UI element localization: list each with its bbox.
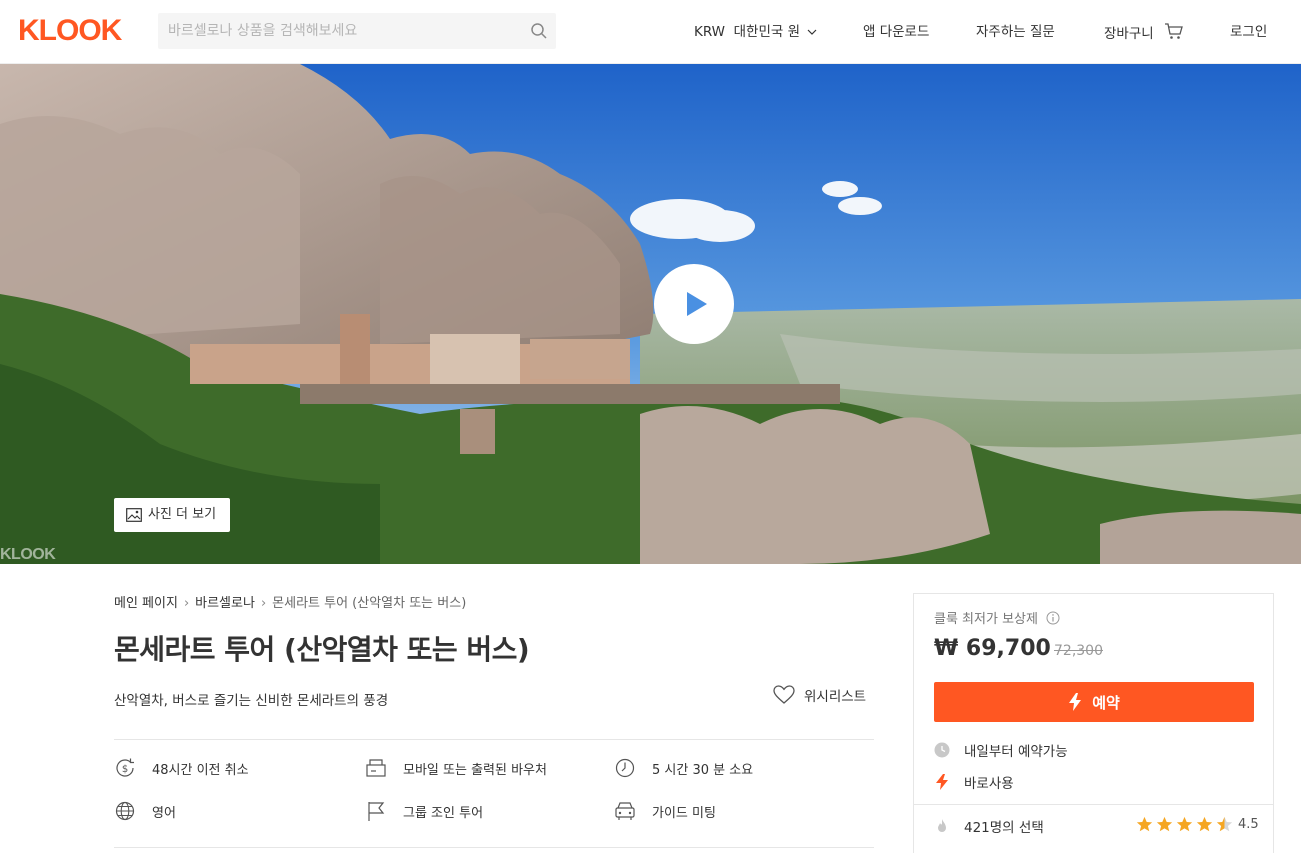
feature-label: 모바일 또는 출력된 바우처 [403,762,547,778]
feature-cancellation: $ 48시간 이전 취소 [114,757,249,779]
feature-tour-type: 그룹 조인 투어 [365,800,483,822]
feature-meeting: 가이드 미팅 [614,800,716,822]
breadcrumb-city[interactable]: 바르셀로나 [195,596,255,611]
fire-icon [938,819,946,832]
lightning-icon [1069,693,1082,711]
more-photos-label: 사진 더 보기 [148,507,217,522]
play-video-button[interactable] [654,264,734,344]
half-star-icon [1216,816,1233,832]
feature-language: 영어 [114,800,176,822]
heart-icon [773,685,795,704]
instant-label: 바로사용 [964,776,1014,792]
breadcrumb-home[interactable]: 메인 페이지 [114,596,178,611]
globe-icon [115,801,135,821]
divider [114,739,874,740]
rating: 4.5 [1136,816,1259,833]
chevron-down-icon [807,29,817,35]
cart-label: 장바구니 [1104,26,1154,42]
star-icon [1136,816,1153,832]
hero-gallery[interactable]: 사진 더 보기 KLOOK [0,64,1301,564]
klook-watermark: KLOOK [0,546,56,563]
play-icon [687,292,707,316]
feature-label: 48시간 이전 취소 [152,762,249,778]
flag-icon [368,802,385,821]
info-icon[interactable] [1046,611,1060,625]
image-icon [126,508,142,522]
availability-row: 내일부터 예약가능 [934,740,1068,760]
feature-voucher: 모바일 또는 출력된 바우처 [365,757,547,779]
wishlist-label: 위시리스트 [804,689,867,705]
app-download-link[interactable]: 앱 다운로드 [863,22,929,42]
search-icon[interactable] [530,22,548,40]
dollar-refund-icon: $ [116,758,134,777]
svg-text:$: $ [122,764,128,775]
product-subtitle: 산악열차, 버스로 즐기는 신비한 몬세라트의 풍경 [114,693,389,709]
booking-card: 클룩 최저가 보상제 ₩ 69,700 72,300 예약 내일부터 예약가능 … [913,593,1274,853]
current-price: ₩ 69,700 [934,636,1051,661]
feature-label: 5 시간 30 분 소요 [652,762,754,778]
wishlist-button[interactable]: 위시리스트 [773,685,866,705]
feature-label: 그룹 조인 투어 [403,805,484,821]
guarantee-label: 클룩 최저가 보상제 [934,612,1038,627]
clock-icon [934,742,950,758]
book-button-label: 예약 [1092,693,1120,712]
more-photos-button[interactable]: 사진 더 보기 [114,498,231,532]
hero-image [0,64,1301,564]
top-header: KLOOK KRW 대한민국 원 앱 다운로드 자주하는 질문 장바구니 로그인 [0,0,1301,64]
search-bar[interactable] [158,13,556,49]
star-icon [1156,816,1173,832]
availability-label: 내일부터 예약가능 [964,744,1068,760]
clock-icon [615,758,635,778]
page-title: 몬세라트 투어 (산악열차 또는 버스) [114,633,530,666]
search-input[interactable] [168,13,518,49]
currency-selector[interactable]: KRW 대한민국 원 [694,22,817,42]
klook-logo[interactable]: KLOOK [18,14,122,48]
currency-code: KRW [694,24,726,40]
instant-confirmation-row: 바로사용 [934,772,1014,792]
star-icon [1176,816,1193,832]
original-price: 72,300 [1054,643,1103,659]
currency-name: 대한민국 원 [733,24,801,40]
popularity-row: 421명의 선택 [934,816,1044,836]
voucher-icon [366,759,386,777]
vehicle-icon [615,802,635,820]
cart-icon [1164,23,1183,39]
booked-count: 421명의 선택 [964,820,1044,836]
price-guarantee: 클룩 최저가 보상제 [934,608,1060,627]
login-link[interactable]: 로그인 [1230,22,1267,42]
faq-link[interactable]: 자주하는 질문 [976,22,1055,42]
divider [114,847,874,848]
feature-label: 가이드 미팅 [652,805,716,821]
feature-duration: 5 시간 30 분 소요 [614,757,753,779]
feature-label: 영어 [152,805,176,821]
book-button[interactable]: 예약 [934,682,1254,722]
chevron-right-icon: › [183,596,190,611]
star-icon [1196,816,1213,832]
rating-value: 4.5 [1238,817,1259,832]
chevron-right-icon: › [260,596,267,611]
breadcrumb-current: 몬세라트 투어 (산악열차 또는 버스) [272,596,467,611]
divider [914,804,1273,805]
lightning-icon [936,774,948,790]
breadcrumb: 메인 페이지 › 바르셀로나 › 몬세라트 투어 (산악열차 또는 버스) [114,592,466,611]
cart-link[interactable]: 장바구니 [1104,22,1184,44]
